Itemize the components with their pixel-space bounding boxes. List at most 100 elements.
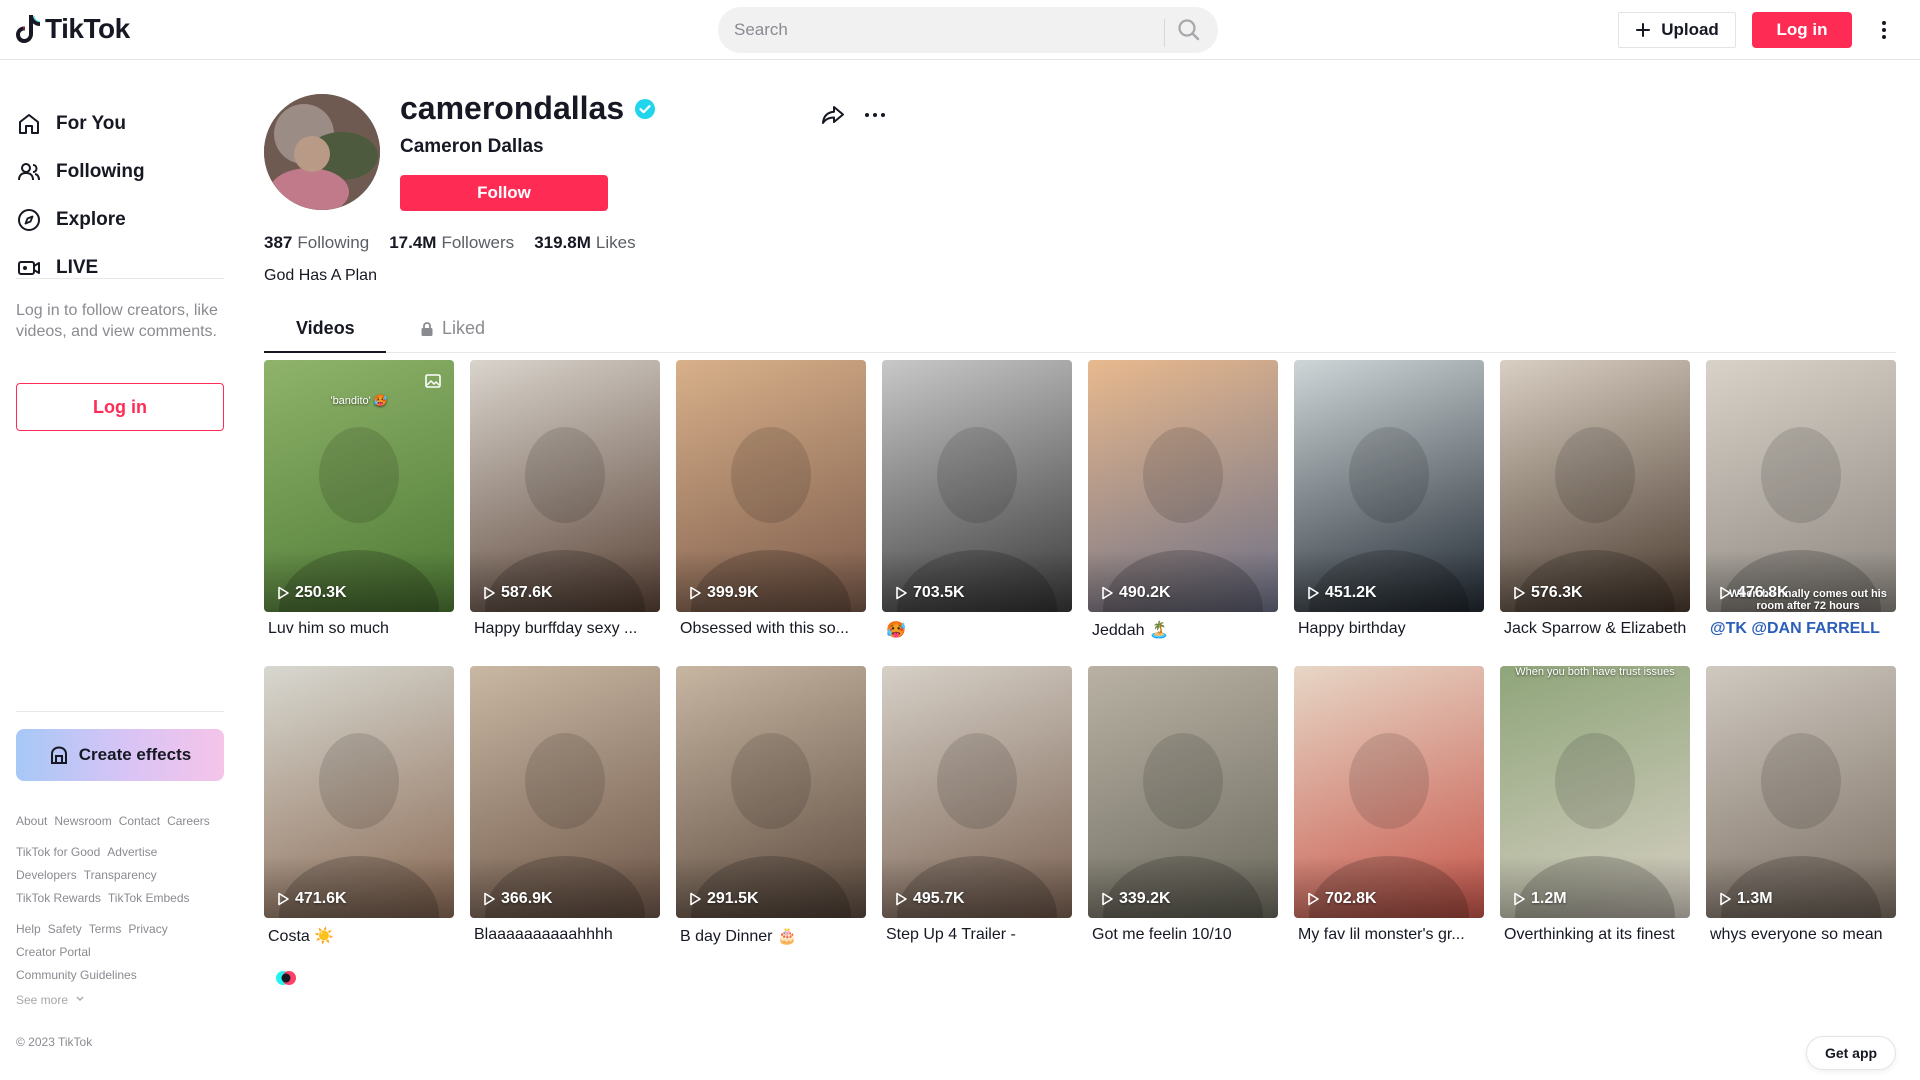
video-card[interactable]: 399.9K Obsessed with this so... <box>676 360 866 638</box>
video-card[interactable]: 451.2K Happy birthday <box>1294 360 1484 638</box>
video-caption[interactable]: Jeddah 🏝️ <box>1088 620 1278 640</box>
video-thumbnail[interactable]: 366.9K <box>470 666 660 918</box>
sidebar-item-live[interactable]: LIVE <box>16 248 98 288</box>
footer-link[interactable]: Careers <box>167 814 210 828</box>
follow-button[interactable]: Follow <box>400 175 608 211</box>
video-caption[interactable]: whys everyone so mean <box>1706 926 1896 944</box>
following-count: 387 <box>264 233 293 252</box>
video-caption[interactable]: Step Up 4 Trailer - <box>882 926 1072 944</box>
see-more-link[interactable]: See more <box>16 993 85 1007</box>
video-card[interactable]: 702.8K My fav lil monster's gr... <box>1294 666 1484 944</box>
footer-link[interactable]: Creator Portal <box>16 945 91 959</box>
tab-videos[interactable]: Videos <box>296 318 355 339</box>
video-caption[interactable]: Got me feelin 10/10 <box>1088 926 1278 944</box>
following-stat[interactable]: 387 Following <box>264 233 369 253</box>
share-icon[interactable] <box>820 102 846 128</box>
search-icon[interactable] <box>1176 17 1202 43</box>
video-thumbnail[interactable]: 399.9K <box>676 360 866 612</box>
video-thumbnail[interactable]: 1.3M <box>1706 666 1896 918</box>
avatar[interactable] <box>264 94 380 210</box>
view-count: 495.7K <box>894 890 965 908</box>
more-horizontal-icon[interactable] <box>862 102 888 128</box>
video-thumbnail[interactable]: 702.8K <box>1294 666 1484 918</box>
footer-link[interactable]: TikTok Rewards <box>16 891 101 905</box>
footer-link[interactable]: Terms <box>89 922 122 936</box>
sidebar-item-explore[interactable]: Explore <box>16 200 126 240</box>
get-app-button[interactable]: Get app <box>1806 1036 1896 1070</box>
video-card[interactable]: 366.9K Blaaaaaaaaaahhhh <box>470 666 660 944</box>
video-caption[interactable]: Overthinking at its finest <box>1500 926 1690 944</box>
more-options-icon[interactable] <box>1872 17 1896 43</box>
thumbnail-figure <box>1500 427 1690 612</box>
search-input[interactable] <box>718 20 1158 40</box>
video-thumbnail[interactable]: 'bandito' 🥵 250.3K <box>264 360 454 612</box>
video-thumbnail[interactable]: 291.5K <box>676 666 866 918</box>
search-bar[interactable] <box>718 7 1218 53</box>
video-thumbnail[interactable]: When he finally comes out his room after… <box>1706 360 1896 612</box>
footer-link[interactable]: Developers <box>16 868 77 882</box>
thumbnail-figure <box>676 733 866 918</box>
video-card[interactable]: When he finally comes out his room after… <box>1706 360 1896 638</box>
view-count: 587.6K <box>482 584 553 602</box>
video-caption[interactable]: Costa ☀️ <box>264 926 454 946</box>
video-card[interactable]: When you both have trust issues 1.2M Overt… <box>1500 666 1690 944</box>
followers-stat[interactable]: 17.4M Followers <box>389 233 514 253</box>
footer-link[interactable]: Community Guidelines <box>16 968 137 982</box>
video-caption[interactable]: @TK @DAN FARRELL <box>1706 620 1896 638</box>
video-caption[interactable]: Happy birthday <box>1294 620 1484 638</box>
sidebar-item-following[interactable]: Following <box>16 152 145 192</box>
play-icon <box>1720 892 1731 906</box>
footer-link[interactable]: Help <box>16 922 41 936</box>
footer-link[interactable]: Advertise <box>107 845 157 859</box>
upload-button[interactable]: Upload <box>1618 12 1736 48</box>
users-icon <box>18 163 40 181</box>
video-caption[interactable]: My fav lil monster's gr... <box>1294 926 1484 944</box>
create-effects-button[interactable]: Create effects <box>16 729 224 781</box>
video-card[interactable]: 587.6K Happy burffday sexy ... <box>470 360 660 638</box>
view-count: 1.3M <box>1718 890 1773 908</box>
video-thumbnail[interactable]: 495.7K <box>882 666 1072 918</box>
video-card[interactable]: 291.5K B day Dinner 🎂 <box>676 666 866 946</box>
video-caption[interactable]: Jack Sparrow & Elizabeth <box>1500 620 1690 638</box>
video-card[interactable]: 1.3M whys everyone so mean <box>1706 666 1896 944</box>
thumbnail-figure <box>676 427 866 612</box>
video-card[interactable]: 'bandito' 🥵 250.3K Luv him so much <box>264 360 454 638</box>
footer-link[interactable]: Contact <box>119 814 160 828</box>
video-card[interactable]: 471.6K Costa ☀️ <box>264 666 454 946</box>
profile-username: camerondallas <box>400 90 656 127</box>
video-caption[interactable]: B day Dinner 🎂 <box>676 926 866 946</box>
view-count-text: 1.3M <box>1737 890 1773 907</box>
sidebar-login-button[interactable]: Log in <box>16 383 224 431</box>
video-thumbnail[interactable]: When you both have trust issues 1.2M <box>1500 666 1690 918</box>
video-thumbnail[interactable]: 587.6K <box>470 360 660 612</box>
profile-display-name: Cameron Dallas <box>400 136 544 157</box>
video-card[interactable]: 703.5K 🥵 <box>882 360 1072 640</box>
video-thumbnail[interactable]: 451.2K <box>1294 360 1484 612</box>
video-card[interactable]: 495.7K Step Up 4 Trailer - <box>882 666 1072 944</box>
video-card[interactable]: 576.3K Jack Sparrow & Elizabeth <box>1500 360 1690 638</box>
sidebar-item-for-you[interactable]: For You <box>16 104 126 144</box>
video-card[interactable]: 339.2K Got me feelin 10/10 <box>1088 666 1278 944</box>
footer-link[interactable]: TikTok for Good <box>16 845 100 859</box>
tab-liked[interactable]: Liked <box>420 318 485 339</box>
tiktok-logo[interactable]: TikTok <box>15 13 130 45</box>
footer-link[interactable]: Privacy <box>128 922 167 936</box>
footer-link[interactable]: TikTok Embeds <box>108 891 190 905</box>
header-login-button[interactable]: Log in <box>1752 12 1852 48</box>
video-thumbnail[interactable]: 339.2K <box>1088 666 1278 918</box>
video-caption[interactable]: Luv him so much <box>264 620 454 638</box>
video-thumbnail[interactable]: 576.3K <box>1500 360 1690 612</box>
footer-link[interactable]: Transparency <box>84 868 157 882</box>
footer-link[interactable]: About <box>16 814 47 828</box>
video-caption[interactable]: Obsessed with this so... <box>676 620 866 638</box>
video-thumbnail[interactable]: 471.6K <box>264 666 454 918</box>
sidebar-divider <box>16 278 224 279</box>
video-thumbnail[interactable]: 490.2K <box>1088 360 1278 612</box>
video-caption[interactable]: Blaaaaaaaaaahhhh <box>470 926 660 944</box>
video-card[interactable]: 490.2K Jeddah 🏝️ <box>1088 360 1278 640</box>
video-caption[interactable]: 🥵 <box>882 620 1072 640</box>
video-caption[interactable]: Happy burffday sexy ... <box>470 620 660 638</box>
footer-link[interactable]: Newsroom <box>54 814 111 828</box>
footer-link[interactable]: Safety <box>48 922 82 936</box>
video-thumbnail[interactable]: 703.5K <box>882 360 1072 612</box>
